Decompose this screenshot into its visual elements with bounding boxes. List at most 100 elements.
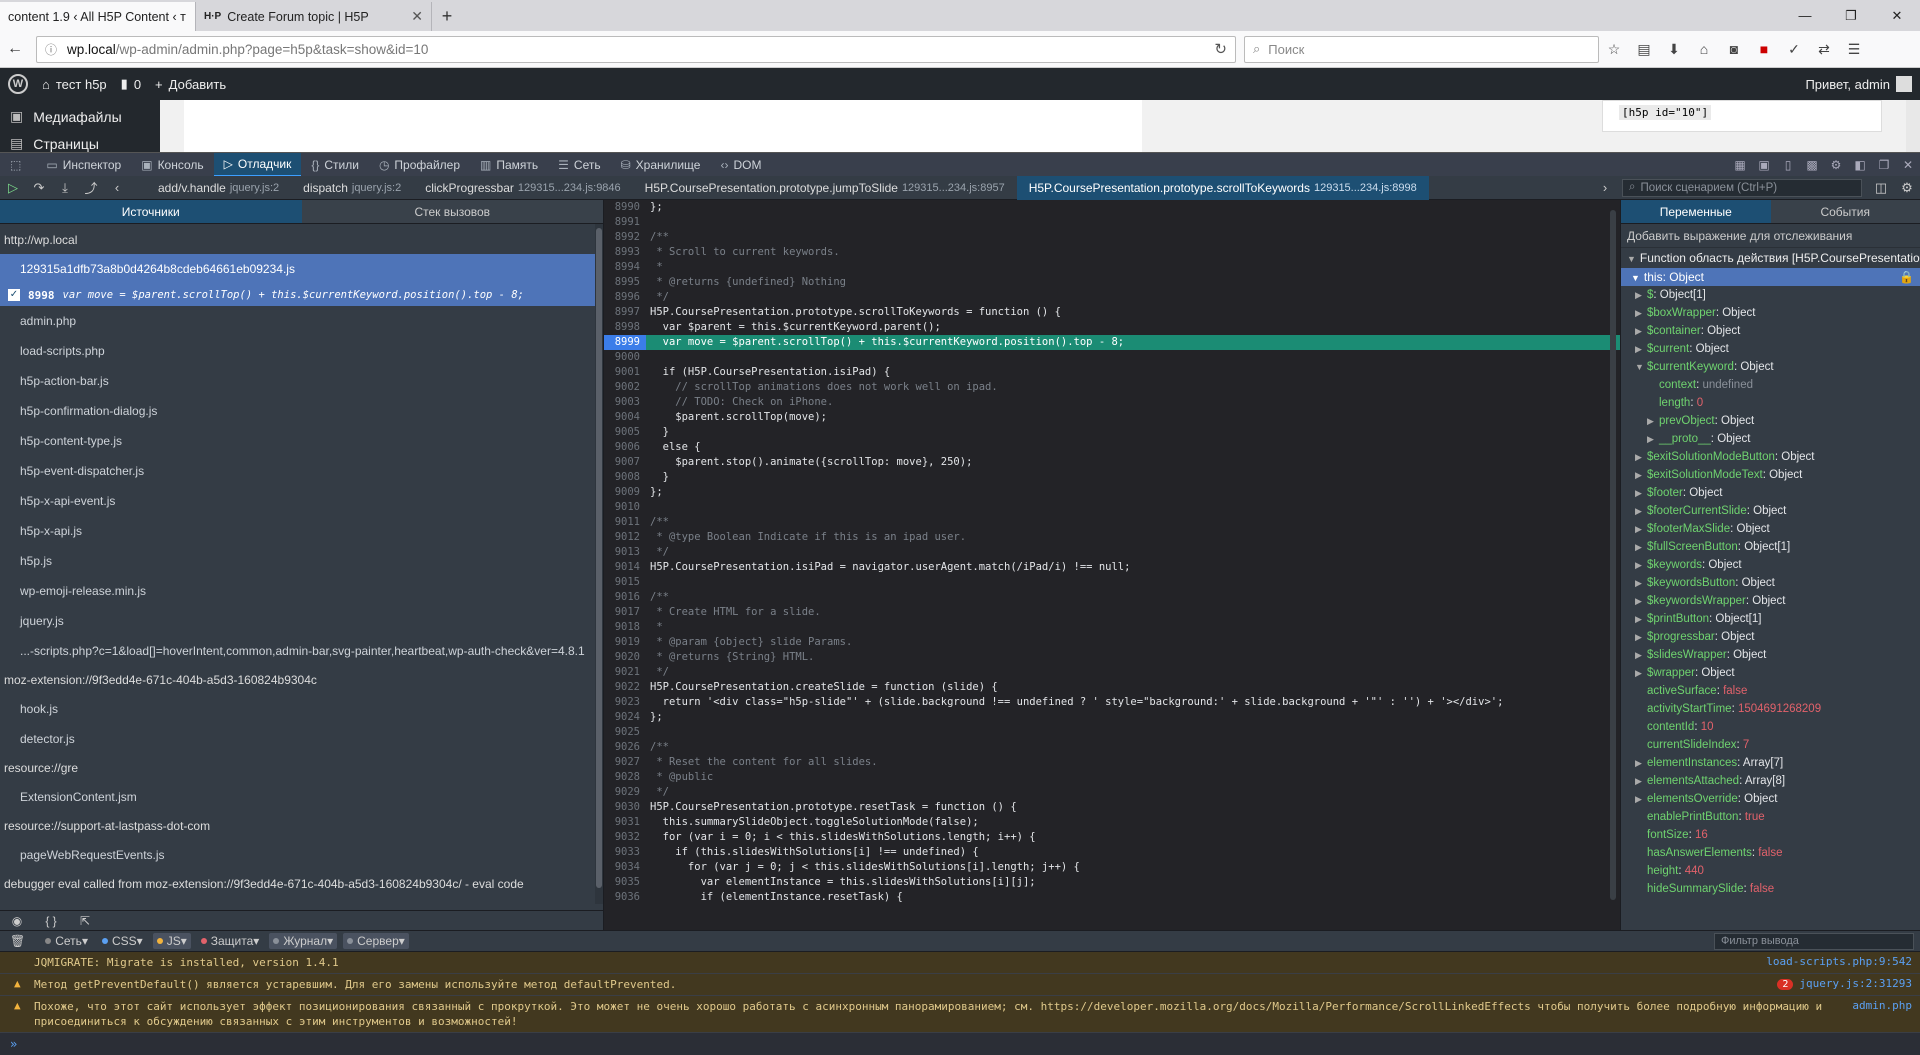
- variable-row[interactable]: ▶elementInstances: Array[7]: [1621, 754, 1920, 772]
- menu-icon[interactable]: ☰: [1839, 41, 1869, 58]
- tab-events[interactable]: События: [1771, 200, 1920, 223]
- close-devtools-icon[interactable]: ✕: [1896, 158, 1920, 172]
- add-watch-expression[interactable]: Добавить выражение для отслеживания: [1621, 224, 1920, 248]
- sync-icon[interactable]: ⇄: [1809, 41, 1839, 58]
- call-frame[interactable]: H5P.CoursePresentation.prototype.jumpToS…: [633, 176, 1017, 200]
- close-icon[interactable]: ✕: [186, 8, 196, 25]
- triangle-right-icon[interactable]: ▶: [1635, 484, 1647, 502]
- line-number[interactable]: 8995: [604, 275, 646, 290]
- pocket-icon[interactable]: ◙: [1719, 41, 1749, 57]
- variable-row[interactable]: ▶$keywordsButton: Object: [1621, 574, 1920, 592]
- blackbox-eye-icon[interactable]: ◉: [0, 914, 34, 928]
- source-file[interactable]: jquery.js: [0, 606, 603, 636]
- variable-row[interactable]: ▶__proto__: Object: [1621, 430, 1920, 448]
- line-number[interactable]: 9004: [604, 410, 646, 425]
- line-number[interactable]: 9006: [604, 440, 646, 455]
- script-search-input[interactable]: ⌕Поиск сценарием (Ctrl+P): [1622, 179, 1862, 197]
- line-number[interactable]: 9026: [604, 740, 646, 755]
- line-number[interactable]: 9027: [604, 755, 646, 770]
- step-over-icon[interactable]: ↷: [26, 180, 52, 196]
- close-window-icon[interactable]: ✕: [1874, 8, 1920, 24]
- line-number[interactable]: 8997: [604, 305, 646, 320]
- tab-inspector[interactable]: ▭Инспектор: [36, 153, 131, 177]
- line-number[interactable]: 9014: [604, 560, 646, 575]
- variable-row[interactable]: ▶$boxWrapper: Object: [1621, 304, 1920, 322]
- download-icon[interactable]: ⬇: [1659, 41, 1689, 58]
- line-number[interactable]: 9035: [604, 875, 646, 890]
- line-number[interactable]: 9002: [604, 380, 646, 395]
- variable-row[interactable]: ▶$current: Object: [1621, 340, 1920, 358]
- line-number[interactable]: 9010: [604, 500, 646, 515]
- source-group[interactable]: resource://support-at-lastpass-dot-com: [0, 812, 603, 840]
- trash-icon[interactable]: 🗑: [10, 934, 25, 948]
- lastpass-icon[interactable]: ■: [1749, 41, 1779, 57]
- variable-row[interactable]: ▶$exitSolutionModeButton: Object: [1621, 448, 1920, 466]
- variable-row[interactable]: length: 0: [1621, 394, 1920, 412]
- triangle-right-icon[interactable]: ▶: [1635, 790, 1647, 808]
- breakpoint-item[interactable]: ✓8998var move = $parent.scrollTop() + th…: [0, 284, 603, 306]
- source-file[interactable]: h5p-x-api.js: [0, 516, 603, 546]
- wordpress-logo-icon[interactable]: W: [8, 74, 28, 94]
- variable-row[interactable]: ▶$exitSolutionModeText: Object: [1621, 466, 1920, 484]
- variable-row[interactable]: ▶$slidesWrapper: Object: [1621, 646, 1920, 664]
- source-file[interactable]: pageWebRequestEvents.js: [0, 840, 603, 870]
- triangle-right-icon[interactable]: ▶: [1635, 466, 1647, 484]
- add-new-link[interactable]: +Добавить: [155, 77, 226, 92]
- triangle-right-icon[interactable]: ▶: [1635, 646, 1647, 664]
- browser-tab[interactable]: H·P Create Forum topic | H5P ✕: [196, 2, 432, 31]
- site-name-link[interactable]: ⌂тест h5p: [42, 77, 107, 92]
- minimize-icon[interactable]: —: [1782, 8, 1828, 23]
- console-filter-input[interactable]: Фильтр вывода: [1714, 933, 1914, 950]
- triangle-right-icon[interactable]: ▶: [1635, 304, 1647, 322]
- line-number[interactable]: 8991: [604, 215, 646, 230]
- line-number[interactable]: 9011: [604, 515, 646, 530]
- tab-memory[interactable]: ▥Память: [470, 153, 548, 177]
- variable-row[interactable]: ▶elementsAttached: Array[8]: [1621, 772, 1920, 790]
- variable-row[interactable]: fontSize: 16: [1621, 826, 1920, 844]
- line-number[interactable]: 9000: [604, 350, 646, 365]
- triangle-right-icon[interactable]: ▶: [1635, 322, 1647, 340]
- reading-list-icon[interactable]: ▤: [1629, 41, 1659, 58]
- info-icon[interactable]: ⓘ: [45, 41, 57, 58]
- triangle-right-icon[interactable]: ▶: [1635, 556, 1647, 574]
- console-input[interactable]: »: [0, 1033, 1920, 1055]
- triangle-down-icon[interactable]: ▼: [1635, 358, 1647, 376]
- chevron-left-icon[interactable]: ‹: [104, 180, 130, 195]
- message-source-link[interactable]: load-scripts.php:9:542: [1766, 955, 1912, 970]
- console-filter-button[interactable]: Журнал ▾: [269, 933, 337, 949]
- bookmark-star-icon[interactable]: ☆: [1599, 41, 1629, 58]
- triangle-right-icon[interactable]: ▶: [1635, 286, 1647, 304]
- browser-tab-active[interactable]: content 1.9 ‹ All H5P Content ‹ т ✕: [0, 2, 196, 31]
- line-number[interactable]: 8996: [604, 290, 646, 305]
- source-group[interactable]: debugger eval called from moz-extension:…: [0, 870, 603, 898]
- frame-select-icon[interactable]: ▦: [1728, 158, 1752, 172]
- function-scope[interactable]: ▼Function область действия [H5P.CoursePr…: [1621, 248, 1920, 268]
- variable-row[interactable]: hasAnswerElements: false: [1621, 844, 1920, 862]
- source-file[interactable]: h5p-confirmation-dialog.js: [0, 396, 603, 426]
- variable-row[interactable]: ▼$currentKeyword: Object: [1621, 358, 1920, 376]
- variable-row[interactable]: ▶elementsOverride: Object: [1621, 790, 1920, 808]
- settings-gear-icon[interactable]: ⚙: [1824, 158, 1848, 172]
- variable-row[interactable]: currentSlideIndex: 7: [1621, 736, 1920, 754]
- screenshot-icon[interactable]: ▩: [1800, 158, 1824, 172]
- triangle-right-icon[interactable]: ▶: [1635, 520, 1647, 538]
- restore-icon[interactable]: ❐: [1828, 8, 1874, 24]
- triangle-right-icon[interactable]: ▶: [1635, 754, 1647, 772]
- line-number[interactable]: 8999: [604, 335, 646, 350]
- message-source-link[interactable]: admin.php: [1852, 999, 1912, 1029]
- triangle-right-icon[interactable]: ▶: [1635, 340, 1647, 358]
- line-number[interactable]: 9013: [604, 545, 646, 560]
- tab-call-stack[interactable]: Стек вызовов: [302, 200, 604, 223]
- source-file[interactable]: h5p.js: [0, 546, 603, 576]
- resume-icon[interactable]: ▷: [0, 180, 26, 196]
- variable-row[interactable]: ▶$keywords: Object: [1621, 556, 1920, 574]
- line-number[interactable]: 9003: [604, 395, 646, 410]
- debugger-settings-icon[interactable]: ⚙: [1894, 180, 1920, 196]
- tab-dom[interactable]: ‹›DOM: [710, 153, 771, 177]
- variable-row[interactable]: context: undefined: [1621, 376, 1920, 394]
- line-number[interactable]: 9031: [604, 815, 646, 830]
- line-number[interactable]: 9025: [604, 725, 646, 740]
- line-number[interactable]: 9020: [604, 650, 646, 665]
- line-number[interactable]: 9028: [604, 770, 646, 785]
- triangle-right-icon[interactable]: ▶: [1635, 628, 1647, 646]
